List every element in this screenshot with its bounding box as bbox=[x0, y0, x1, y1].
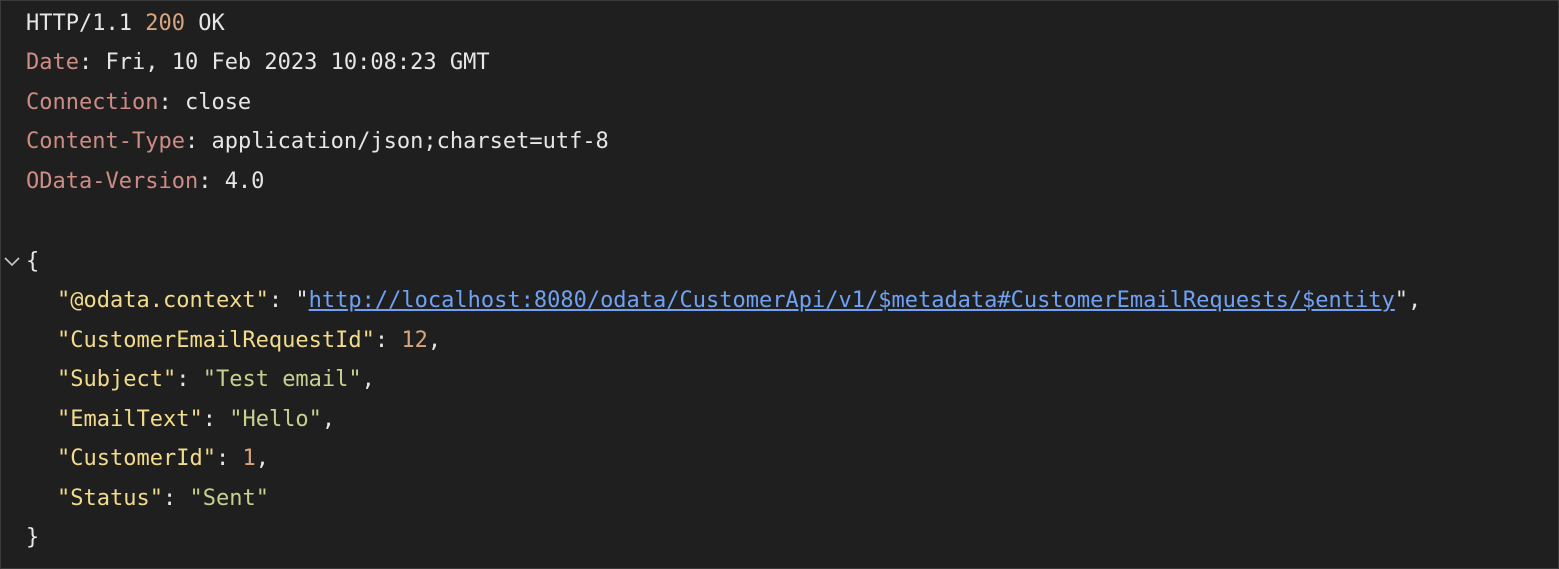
header-value: close bbox=[184, 90, 252, 115]
json-value: 12 bbox=[401, 328, 428, 353]
header-name: OData-Version bbox=[26, 169, 199, 194]
status-text: OK bbox=[198, 11, 225, 36]
header-date: Date: Fri, 10 Feb 2023 10:08:23 GMT bbox=[26, 50, 490, 75]
json-value: "Hello" bbox=[229, 407, 322, 432]
json-field-customer-id: "CustomerId": 1, bbox=[57, 446, 269, 471]
json-field-subject: "Subject": "Test email", bbox=[57, 367, 375, 392]
json-value: "Sent" bbox=[189, 486, 269, 511]
odata-context-link[interactable]: http://localhost:8080/odata/CustomerApi/… bbox=[309, 288, 1395, 313]
json-key: "Status" bbox=[57, 486, 163, 511]
header-odata-version: OData-Version: 4.0 bbox=[26, 169, 265, 194]
header-value: application/json;charset=utf-8 bbox=[211, 129, 609, 154]
header-name: Content-Type bbox=[26, 129, 185, 154]
json-field-email-text: "EmailText": "Hello", bbox=[57, 407, 336, 432]
header-connection: Connection: close bbox=[26, 90, 252, 115]
json-key: "@odata.context" bbox=[57, 288, 269, 313]
json-field-status: "Status": "Sent" bbox=[57, 486, 269, 511]
json-key: "EmailText" bbox=[57, 407, 203, 432]
http-response-viewer: HTTP/1.1 200 OK Date: Fri, 10 Feb 2023 1… bbox=[0, 0, 1559, 569]
header-value: Fri, 10 Feb 2023 10:08:23 GMT bbox=[105, 50, 490, 75]
json-key: "CustomerId" bbox=[57, 446, 216, 471]
json-field-odata-context: "@odata.context": "http://localhost:8080… bbox=[57, 288, 1422, 313]
json-key: "Subject" bbox=[57, 367, 177, 392]
json-field-customer-email-request-id: "CustomerEmailRequestId": 12, bbox=[57, 328, 442, 353]
header-content-type: Content-Type: application/json;charset=u… bbox=[26, 129, 609, 154]
json-open-brace: { bbox=[26, 249, 40, 274]
header-name: Date bbox=[26, 50, 79, 75]
status-protocol: HTTP/1.1 bbox=[26, 11, 132, 36]
header-value: 4.0 bbox=[224, 169, 265, 194]
status-line: HTTP/1.1 200 OK bbox=[1, 4, 225, 44]
json-close-brace: } bbox=[26, 525, 40, 550]
json-key: "CustomerEmailRequestId" bbox=[57, 328, 375, 353]
header-name: Connection bbox=[26, 90, 159, 115]
json-value: 1 bbox=[242, 446, 256, 471]
status-code: 200 bbox=[145, 11, 185, 36]
json-value: "Test email" bbox=[202, 367, 362, 392]
